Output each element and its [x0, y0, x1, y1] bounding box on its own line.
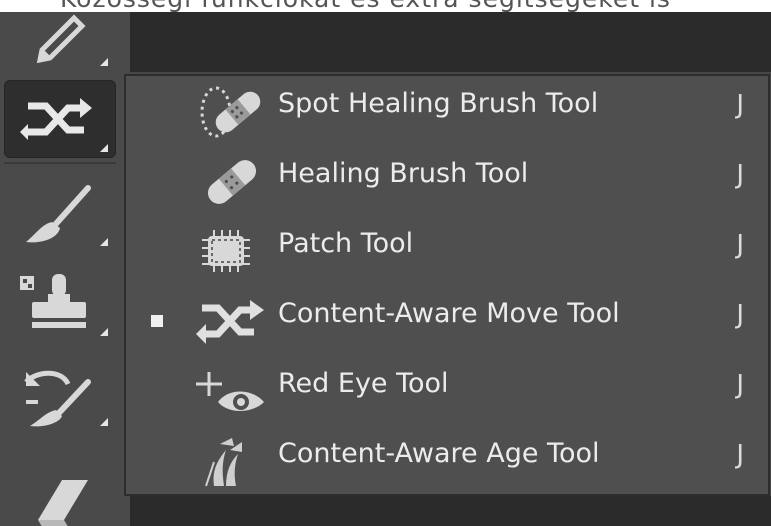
clone-stamp-icon [20, 274, 86, 328]
clone-stamp-tool-button[interactable] [4, 264, 116, 342]
menu-item-label: Spot Healing Brush Tool [278, 88, 599, 119]
menu-item-label: Content-Aware Move Tool [278, 298, 620, 329]
menu-item-shortcut: J [736, 370, 744, 400]
content-aware-move-tool-button[interactable] [4, 80, 116, 158]
menu-item-content-aware-move[interactable]: Content-Aware Move Tool J [126, 286, 768, 356]
content-aware-move-icon [20, 98, 92, 140]
content-aware-move-icon [196, 300, 264, 344]
menu-item-label: Healing Brush Tool [278, 158, 529, 189]
active-tool-marker [151, 315, 163, 327]
eraser-icon [38, 480, 88, 526]
red-eye-icon [196, 372, 264, 411]
healing-brush-icon [207, 160, 257, 204]
menu-item-label: Patch Tool [278, 228, 414, 259]
history-brush-icon [24, 370, 91, 427]
menu-item-shortcut: J [736, 230, 744, 260]
content-aware-age-icon [205, 438, 242, 487]
healing-tools-flyout-menu: Spot Healing Brush Tool J Healing Brush … [124, 74, 770, 496]
eraser-tool-button[interactable] [4, 452, 116, 526]
tool-separator [4, 162, 116, 164]
app-frame: Közösségi funkciókat és extra segítségek… [0, 0, 771, 526]
history-brush-tool-button[interactable] [4, 354, 116, 432]
patch-icon [202, 230, 250, 272]
menu-item-red-eye[interactable]: Red Eye Tool J [126, 356, 768, 426]
document-area [130, 12, 771, 72]
menu-item-shortcut: J [736, 160, 744, 190]
flyout-corner-icon [100, 418, 108, 426]
pencil-tool-button[interactable] [4, 0, 116, 72]
menu-item-shortcut: J [736, 90, 744, 120]
menu-item-patch[interactable]: Patch Tool J [126, 216, 768, 286]
menu-item-healing-brush[interactable]: Healing Brush Tool J [126, 146, 768, 216]
menu-item-content-aware-age[interactable]: Content-Aware Age Tool J [126, 426, 768, 496]
menu-item-label: Content-Aware Age Tool [278, 438, 600, 469]
brush-icon [26, 185, 91, 243]
tools-panel [0, 12, 130, 526]
menu-item-shortcut: J [736, 300, 744, 330]
flyout-corner-icon [100, 328, 108, 336]
spot-healing-brush-icon [200, 86, 261, 138]
menu-item-spot-healing-brush[interactable]: Spot Healing Brush Tool J [126, 76, 768, 146]
flyout-corner-icon [100, 238, 108, 246]
menu-item-label: Red Eye Tool [278, 368, 449, 399]
menu-item-shortcut: J [736, 440, 744, 470]
flyout-corner-icon [100, 144, 108, 152]
pencil-icon [36, 14, 86, 64]
brush-tool-button[interactable] [4, 174, 116, 252]
flyout-corner-icon [100, 58, 108, 66]
caption-text: Közösségi funkciókat és extra segítségek… [60, 0, 671, 12]
document-area-bottom [130, 496, 771, 526]
